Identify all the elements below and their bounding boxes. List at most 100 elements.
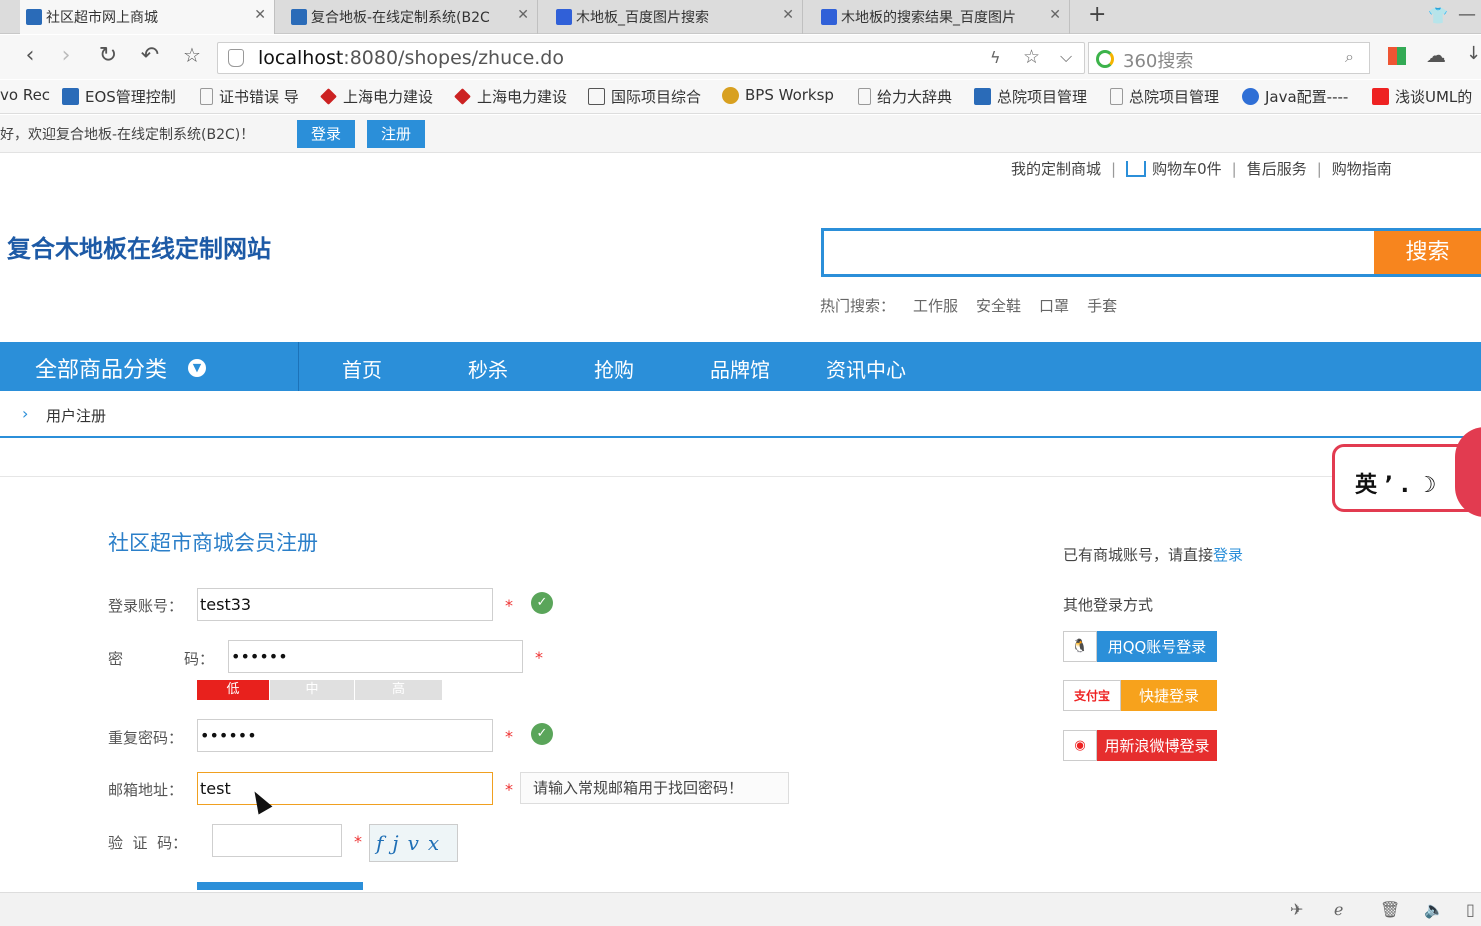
search-icon[interactable]: ⌕ <box>1345 47 1354 67</box>
favorite-star-icon[interactable]: ☆ <box>1023 46 1040 68</box>
account-input[interactable]: test33 <box>197 588 493 621</box>
tab-shop[interactable]: 社区超市网上商城 ✕ <box>20 0 275 34</box>
bookmark-label: BPS Worksp <box>745 86 834 104</box>
bookmark-item[interactable]: 国际项目综合 <box>588 86 701 107</box>
paw-icon <box>556 9 572 25</box>
close-icon[interactable]: ✕ <box>517 7 529 23</box>
bookmark-item[interactable]: 浅谈UML的 <box>1372 86 1472 107</box>
apps-grid-icon[interactable] <box>1388 47 1406 65</box>
bookmark-item[interactable]: 总院项目管理 <box>974 86 1087 107</box>
tab-label: 木地板的搜索结果_百度图片 <box>841 10 1016 26</box>
alipay-login-button[interactable]: 支付宝 快捷登录 <box>1063 680 1217 711</box>
browser-search-box[interactable]: 360搜索 ⌕ <box>1088 42 1370 74</box>
hot-item[interactable]: 口罩 <box>1039 295 1069 316</box>
repeat-password-input[interactable]: •••••• <box>197 719 493 752</box>
hot-item[interactable]: 安全鞋 <box>976 295 1021 316</box>
password-label-b: 码： <box>184 650 215 668</box>
window-icon[interactable]: ▯ <box>1466 900 1475 919</box>
email-hint: 请输入常规邮箱用于找回密码！ <box>520 772 789 804</box>
ime-status: 英 ’ . ☽ <box>1355 473 1437 498</box>
all-categories-menu[interactable]: 全部商品分类 ▼ <box>0 342 299 391</box>
site-search-button[interactable]: 搜索 <box>1374 231 1481 274</box>
bookmark-item[interactable]: Java配置---- <box>1242 86 1348 107</box>
hot-item[interactable]: 工作服 <box>913 295 958 316</box>
nav-rush-buy[interactable]: 抢购 <box>594 354 634 383</box>
nav-brands[interactable]: 品牌馆 <box>710 354 770 383</box>
password-input[interactable]: •••••• <box>228 640 523 673</box>
qq-login-button[interactable]: 🐧 用QQ账号登录 <box>1063 631 1217 662</box>
tab-baidu-result[interactable]: 木地板的搜索结果_百度图片 ✕ <box>815 0 1070 34</box>
forward-icon[interactable]: › <box>52 43 80 68</box>
bookmark-label: 国际项目综合 <box>611 88 702 106</box>
tab-floor-system[interactable]: 复合地板-在线定制系统(B2C ✕ <box>285 0 538 34</box>
bookmark-label: 上海电力建设 <box>477 88 568 106</box>
guide-link[interactable]: 购物指南 <box>1332 158 1392 179</box>
sidebar-login-link[interactable]: 登录 <box>1213 546 1243 564</box>
weibo-login-button[interactable]: ◉ 用新浪微博登录 <box>1063 730 1217 761</box>
email-label: 邮箱地址： <box>108 781 184 799</box>
hot-item[interactable]: 手套 <box>1087 295 1117 316</box>
bookmark-label: vo Rec <box>0 86 51 104</box>
reload-icon[interactable]: ↻ <box>94 43 122 68</box>
tab-label: 木地板_百度图片搜索 <box>576 10 709 26</box>
submit-button[interactable] <box>197 882 363 890</box>
pin-icon[interactable]: ✈ <box>1290 900 1303 919</box>
shirt-icon[interactable]: 👕 <box>1428 6 1448 25</box>
close-icon[interactable]: ✕ <box>1049 7 1061 23</box>
address-bar[interactable]: localhost:8080/shopes/zhuce.do ϟ ☆ ⌵ <box>217 42 1085 74</box>
diamond-icon <box>320 88 337 105</box>
nav-news[interactable]: 资讯中心 <box>826 354 906 383</box>
register-button[interactable]: 注册 <box>367 120 425 148</box>
service-link[interactable]: 售后服务 <box>1247 158 1307 179</box>
nav-home[interactable]: 首页 <box>342 354 382 383</box>
bookmark-item[interactable]: 上海电力建设 <box>454 86 567 107</box>
tab-baidu-image[interactable]: 木地板_百度图片搜索 ✕ <box>550 0 803 34</box>
browser-toolbar: ‹ › ↻ ↶ ☆ localhost:8080/shopes/zhuce.do… <box>0 35 1481 79</box>
trash-icon[interactable]: 🗑 <box>1380 900 1400 919</box>
search-placeholder: 360搜索 <box>1123 51 1194 72</box>
login-button[interactable]: 登录 <box>297 120 355 148</box>
close-icon[interactable]: ✕ <box>254 7 266 23</box>
bookmark-item[interactable]: 总院项目管理 <box>1110 86 1219 107</box>
page-icon <box>200 88 213 105</box>
site-title[interactable]: 复合木地板在线定制网站 <box>7 229 271 264</box>
tab-label: 复合地板-在线定制系统(B2C <box>311 10 490 26</box>
new-tab-button[interactable]: + <box>1088 2 1106 27</box>
cart-label: 购物车0件 <box>1152 160 1222 178</box>
email-input[interactable]: test <box>197 772 493 805</box>
welcome-bar: 好，欢迎复合地板-在线定制系统(B2C)！ 登录 注册 <box>0 115 1481 153</box>
volume-icon[interactable]: 🔈 <box>1424 900 1444 919</box>
hot-label: 热门搜索： <box>820 297 896 315</box>
alipay-icon: 支付宝 <box>1063 680 1121 711</box>
required-mark: * <box>535 648 543 667</box>
bookmark-item[interactable]: 给力大辞典 <box>858 86 952 107</box>
cloud-icon[interactable]: ☁ <box>1426 43 1446 67</box>
required-mark: * <box>505 780 513 799</box>
captcha-image[interactable]: fjvx <box>369 824 458 862</box>
bookmark-item[interactable]: EOS管理控制 <box>62 86 176 107</box>
repeat-password-label: 重复密码： <box>108 729 184 747</box>
download-icon[interactable]: ↓ <box>1466 43 1481 64</box>
address-path: :8080/shopes/zhuce.do <box>343 47 564 69</box>
check-icon: ✓ <box>531 723 553 745</box>
bookmark-label: 给力大辞典 <box>877 88 953 106</box>
ime-widget[interactable]: 英 ’ . ☽ <box>1332 427 1481 517</box>
address-text[interactable]: localhost:8080/shopes/zhuce.do <box>258 47 564 69</box>
divider: | <box>1111 159 1117 178</box>
cart-link[interactable]: 购物车0件 <box>1126 158 1222 179</box>
star-icon[interactable]: ☆ <box>178 43 206 67</box>
captcha-input[interactable] <box>212 824 342 857</box>
bookmark-item[interactable]: vo Rec <box>0 86 50 104</box>
bookmark-item[interactable]: BPS Worksp <box>722 86 834 104</box>
minimize-icon[interactable]: — <box>1458 4 1476 25</box>
lightning-icon[interactable]: ϟ <box>990 48 1001 67</box>
bookmark-item[interactable]: 上海电力建设 <box>320 86 433 107</box>
my-shop-link[interactable]: 我的定制商城 <box>1011 158 1101 179</box>
bookmark-item[interactable]: 证书错误 导 <box>200 86 299 107</box>
nav-flash-sale[interactable]: 秒杀 <box>468 354 508 383</box>
close-icon[interactable]: ✕ <box>782 7 794 23</box>
undo-icon[interactable]: ↶ <box>136 43 164 68</box>
back-icon[interactable]: ‹ <box>16 43 44 68</box>
ie-icon[interactable]: ℯ <box>1334 900 1343 919</box>
chevron-down-icon[interactable]: ⌵ <box>1060 47 1072 67</box>
